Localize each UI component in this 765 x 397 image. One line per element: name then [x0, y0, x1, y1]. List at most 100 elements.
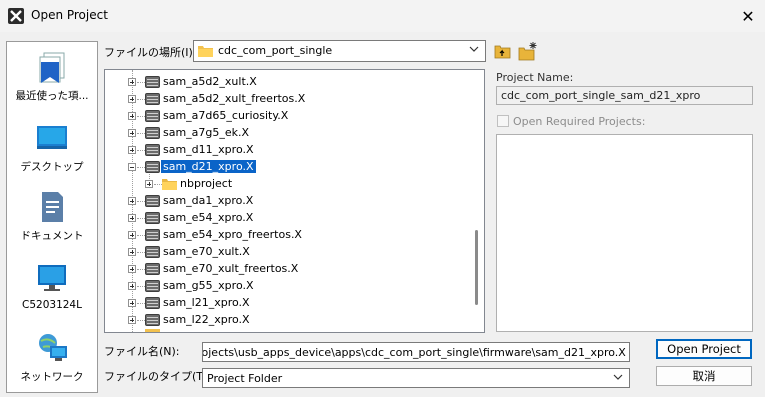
required-projects-list[interactable] [496, 134, 753, 332]
documents-icon [35, 190, 69, 224]
project-icon [145, 195, 160, 207]
location-value: cdc_com_port_single [218, 44, 333, 57]
project-icon [145, 229, 160, 241]
place-desktop[interactable]: デスクトップ [7, 121, 97, 174]
filetype-value: Project Folder [207, 372, 283, 385]
place-recent[interactable]: 最近使った項... [7, 50, 97, 103]
location-label: ファイルの場所(I): [104, 46, 197, 59]
expand-icon[interactable] [128, 197, 136, 205]
folder-icon [162, 179, 177, 190]
place-label: ネットワーク [20, 371, 84, 383]
new-folder-icon[interactable] [518, 41, 538, 61]
project-icon [145, 93, 160, 105]
project-icon [145, 246, 160, 258]
filename-value: \BXProjects\usb_apps_device\apps\cdc_com… [202, 346, 626, 359]
tree-project-row[interactable]: sam_l21_xpro.X [105, 295, 465, 312]
tree-row-partial [105, 325, 465, 332]
tree-item-label: sam_e54_xpro.X [163, 211, 254, 224]
expand-icon[interactable] [128, 282, 136, 290]
project-icon [145, 76, 160, 88]
chevron-down-icon [469, 46, 479, 52]
expand-icon[interactable] [128, 248, 136, 256]
project-icon [145, 144, 160, 156]
project-icon [145, 161, 160, 173]
tree-project-row[interactable]: sam_e70_xult.X [105, 244, 465, 261]
filename-label: ファイル名(N): [104, 345, 180, 358]
app-icon [8, 8, 24, 24]
desktop-icon [35, 121, 69, 155]
tree-project-row[interactable]: sam_a5d2_xult_freertos.X [105, 91, 465, 108]
vertical-scrollbar[interactable] [470, 70, 484, 332]
filetype-label: ファイルのタイプ(T): [104, 370, 212, 383]
tree-item-label: sam_e54_xpro_freertos.X [163, 228, 302, 241]
window-title: Open Project [31, 8, 108, 22]
scrollbar-thumb[interactable] [475, 230, 478, 305]
tree-project-row[interactable]: sam_e54_xpro_freertos.X [105, 227, 465, 244]
tree-item-label: sam_a5d2_xult_freertos.X [163, 92, 306, 105]
expand-icon[interactable] [128, 316, 136, 324]
tree-item-label: sam_a7g5_ek.X [163, 126, 250, 139]
tree-project-row[interactable]: sam_a7g5_ek.X [105, 125, 465, 142]
place-label: 最近使った項... [15, 90, 89, 102]
project-icon [145, 212, 160, 224]
project-name-field: cdc_com_port_single_sam_d21_xpro [496, 86, 753, 105]
open-required-checkbox[interactable] [497, 115, 509, 127]
project-tree[interactable]: sam_a5d2_xult.X sam_a5d2_xult_freertos.Xs… [104, 69, 485, 333]
computer-icon [35, 261, 69, 295]
tree-folder-row[interactable]: nbproject [105, 176, 465, 193]
tree-project-row[interactable]: sam_e70_xult_freertos.X [105, 261, 465, 278]
tree-item-label: sam_a5d2_xult.X [163, 75, 257, 88]
tree-project-row[interactable]: sam_g55_xpro.X [105, 278, 465, 295]
project-name-value: cdc_com_port_single_sam_d21_xpro [501, 89, 701, 102]
tree-item-label: sam_l21_xpro.X [163, 296, 250, 309]
project-icon [145, 280, 160, 292]
project-icon [145, 127, 160, 139]
expand-icon[interactable] [128, 78, 136, 86]
places-bar: 最近使った項... デスクトップ ドキュメント C5203124L ネットワーク [6, 41, 98, 393]
expand-icon[interactable] [128, 95, 136, 103]
place-computer[interactable]: C5203124L [7, 261, 97, 311]
chevron-down-icon [613, 374, 623, 380]
expand-icon[interactable] [128, 146, 136, 154]
location-combo[interactable]: cdc_com_port_single [193, 40, 486, 62]
tree-item-label: sam_e70_xult.X [163, 245, 250, 258]
recent-places-icon [35, 50, 69, 84]
project-icon [145, 110, 160, 122]
expand-icon[interactable] [128, 129, 136, 137]
tree-item-label: sam_d21_xpro.X [160, 159, 257, 174]
tree-project-row[interactable]: sam_a7d65_curiosity.X [105, 108, 465, 125]
tree-project-row[interactable]: sam_a5d2_xult.X [105, 74, 465, 91]
tree-item-label: sam_e70_xult_freertos.X [163, 262, 299, 275]
place-label: C5203124L [22, 299, 82, 311]
place-label: デスクトップ [20, 161, 84, 173]
close-icon[interactable]: ✕ [736, 4, 760, 28]
expand-icon[interactable] [128, 265, 136, 273]
tree-project-row[interactable]: sam_da1_xpro.X [105, 193, 465, 210]
folder-icon [198, 46, 213, 57]
open-project-button[interactable]: Open Project [656, 339, 752, 359]
expand-icon[interactable] [128, 112, 136, 120]
tree-item-label: sam_a7d65_curiosity.X [163, 109, 289, 122]
project-icon [145, 297, 160, 309]
tree-project-row[interactable]: sam_d21_xpro.X [105, 159, 465, 176]
expand-icon[interactable] [145, 180, 153, 188]
expand-icon[interactable] [128, 231, 136, 239]
up-folder-icon[interactable] [494, 42, 511, 59]
project-icon [145, 263, 160, 275]
tree-item-label: sam_d11_xpro.X [163, 143, 254, 156]
place-documents[interactable]: ドキュメント [7, 190, 97, 243]
expand-icon[interactable] [128, 299, 136, 307]
expand-icon[interactable] [128, 214, 136, 222]
collapse-icon[interactable] [128, 163, 136, 171]
tree-item-label: sam_g55_xpro.X [163, 279, 254, 292]
tree-project-row[interactable]: sam_d11_xpro.X [105, 142, 465, 159]
filename-input[interactable]: \BXProjects\usb_apps_device\apps\cdc_com… [202, 342, 630, 362]
filetype-select[interactable]: Project Folder [202, 368, 630, 388]
place-network[interactable]: ネットワーク [7, 331, 97, 384]
place-label: ドキュメント [20, 230, 84, 242]
open-required-label: Open Required Projects: [513, 115, 646, 128]
tree-project-row[interactable]: sam_e54_xpro.X [105, 210, 465, 227]
tree-item-label: sam_da1_xpro.X [163, 194, 254, 207]
cancel-button[interactable]: 取消 [656, 366, 752, 386]
network-icon [35, 331, 69, 365]
